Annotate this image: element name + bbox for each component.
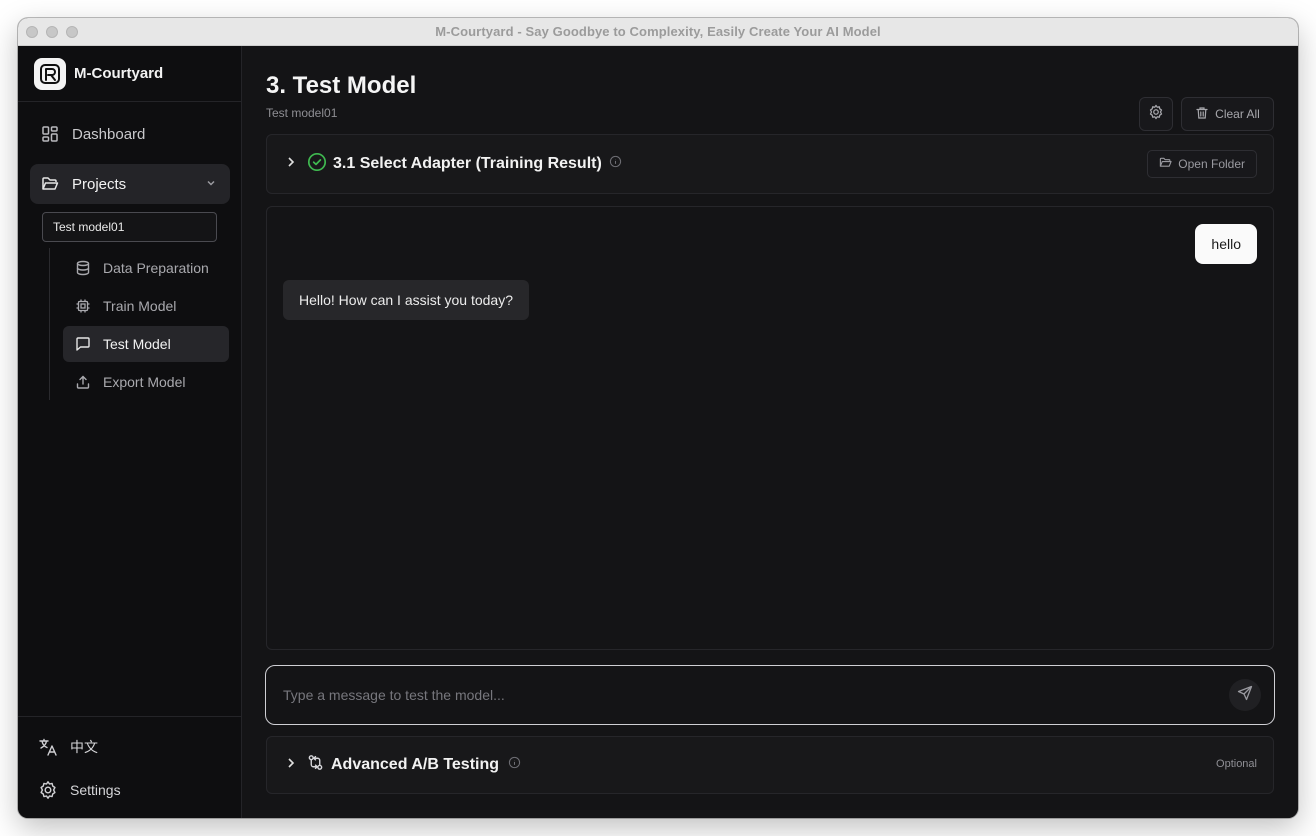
send-icon (1237, 685, 1253, 706)
translate-icon (38, 737, 58, 757)
nav-dashboard-label: Dashboard (72, 125, 146, 143)
language-label: 中文 (70, 739, 98, 755)
nav-dashboard[interactable]: Dashboard (30, 114, 230, 154)
git-compare-icon (307, 754, 324, 776)
open-folder-button[interactable]: Open Folder (1147, 150, 1257, 178)
sidebar: M-Courtyard Dashboard Projects Test mode… (18, 46, 242, 818)
message-input[interactable] (283, 684, 1213, 706)
project-select[interactable]: Test model01 (42, 212, 217, 242)
minimize-window-button[interactable] (46, 26, 58, 38)
chevron-right-icon (283, 154, 299, 175)
sidebar-footer: 中文 Settings (18, 716, 242, 818)
sidebar-item-label: Data Preparation (103, 260, 209, 276)
message-composer (265, 665, 1275, 725)
gear-icon (38, 780, 58, 800)
gear-icon (1148, 104, 1164, 125)
cpu-icon (73, 296, 93, 316)
chat-area[interactable]: hello Hello! How can I assist you today? (266, 206, 1274, 650)
page-title: 3. Test Model (266, 72, 417, 99)
dashboard-icon (40, 124, 60, 144)
app-logo-icon (34, 57, 66, 90)
info-icon[interactable] (508, 756, 521, 774)
message-icon (73, 334, 93, 354)
database-icon (73, 258, 93, 278)
open-folder-label: Open Folder (1178, 157, 1245, 171)
adapter-panel-title: 3.1 Select Adapter (Training Result) (333, 155, 602, 172)
nav-projects-label: Projects (72, 175, 127, 193)
window-controls (26, 26, 78, 38)
clear-all-label: Clear All (1215, 107, 1260, 121)
chevron-down-icon (204, 176, 218, 194)
page-subtitle: Test model01 (266, 106, 338, 120)
window-title: M-Courtyard - Say Goodbye to Complexity,… (435, 24, 881, 39)
upload-icon (73, 372, 93, 392)
maximize-window-button[interactable] (66, 26, 78, 38)
trash-icon (1195, 106, 1209, 123)
sidebar-item-export-model[interactable]: Export Model (63, 364, 229, 400)
folder-icon (1159, 156, 1172, 172)
settings-link[interactable]: Settings (38, 780, 121, 800)
adapter-panel-header[interactable]: 3.1 Select Adapter (Training Result) (267, 135, 1273, 193)
sidebar-item-label: Train Model (103, 298, 177, 314)
chat-settings-button[interactable] (1139, 97, 1173, 131)
chevron-right-icon (283, 755, 299, 776)
assistant-message: Hello! How can I assist you today? (283, 280, 529, 320)
sidebar-item-label: Export Model (103, 374, 186, 390)
close-window-button[interactable] (26, 26, 38, 38)
user-message: hello (1195, 224, 1257, 264)
app-window: M-Courtyard - Say Goodbye to Complexity,… (18, 18, 1298, 818)
brand-name: M-Courtyard (74, 65, 164, 82)
sidebar-item-test-model[interactable]: Test Model (63, 326, 229, 362)
adapter-panel: 3.1 Select Adapter (Training Result) Ope… (266, 134, 1274, 194)
sidebar-item-train-model[interactable]: Train Model (63, 288, 229, 324)
optional-badge: Optional (1216, 758, 1257, 770)
brand[interactable]: M-Courtyard (18, 46, 241, 102)
ab-testing-title: Advanced A/B Testing (331, 756, 500, 773)
settings-label: Settings (70, 782, 121, 798)
sidebar-item-label: Test Model (103, 336, 171, 352)
subtree-line (49, 248, 50, 400)
clear-all-button[interactable]: Clear All (1181, 97, 1274, 131)
title-bar: M-Courtyard - Say Goodbye to Complexity,… (18, 18, 1298, 46)
check-circle-icon (307, 152, 327, 177)
nav-projects[interactable]: Projects (30, 164, 230, 204)
main-content: 3. Test Model Test model01 Clear All 3.1… (242, 46, 1298, 818)
sidebar-item-data-preparation[interactable]: Data Preparation (63, 250, 229, 286)
language-toggle[interactable]: 中文 (38, 737, 98, 757)
info-icon[interactable] (609, 155, 622, 173)
ab-testing-panel: Advanced A/B Testing Optional (266, 736, 1274, 794)
send-button[interactable] (1229, 679, 1261, 711)
folder-open-icon (40, 174, 60, 194)
ab-testing-panel-header[interactable]: Advanced A/B Testing (267, 737, 1273, 793)
